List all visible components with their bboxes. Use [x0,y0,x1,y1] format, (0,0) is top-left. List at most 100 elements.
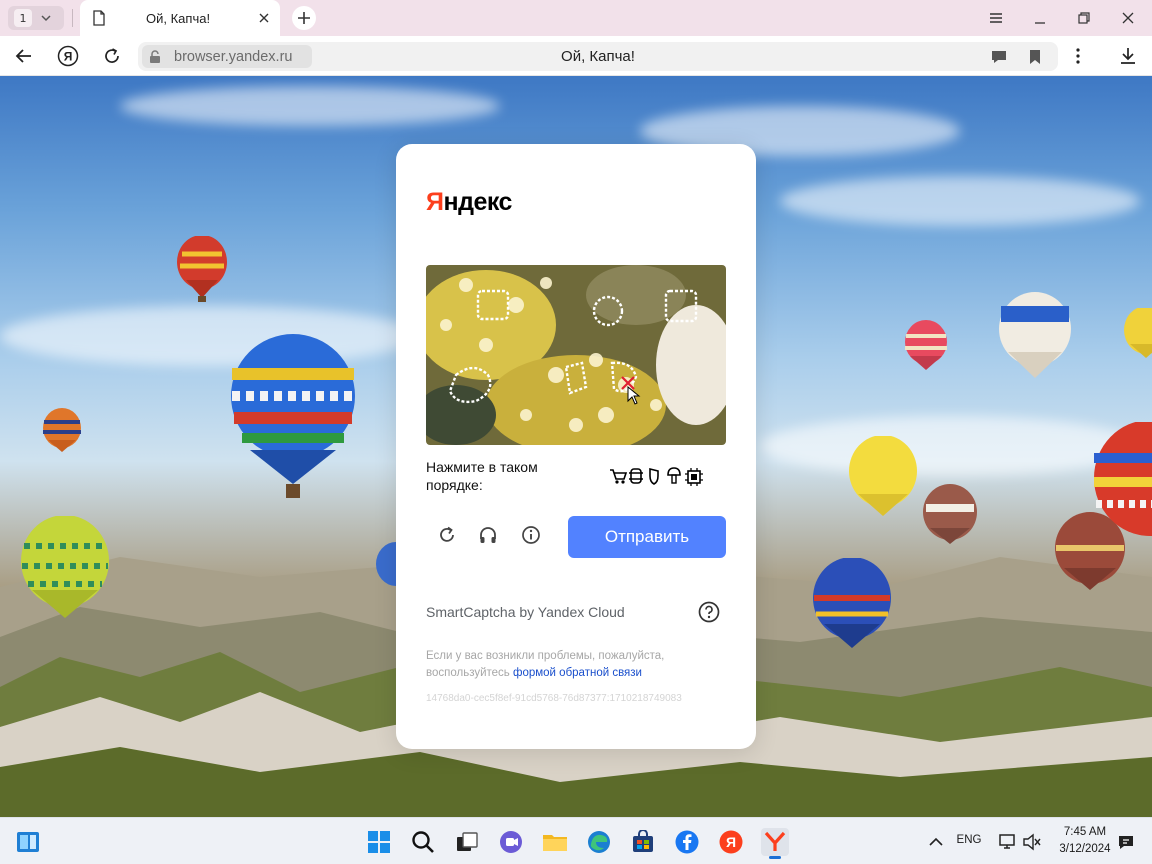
tab-divider [72,9,73,27]
download-icon [1121,48,1135,64]
tab-active[interactable]: Ой, Капча! [80,0,280,36]
headphones-icon [480,527,496,543]
menu-button[interactable] [986,8,1006,28]
svg-text:Я: Я [726,834,736,850]
reload-button[interactable] [100,44,124,68]
url-domain: browser.yandex.ru [174,48,293,65]
input-language[interactable]: ENG [950,834,988,846]
new-tab-button[interactable] [292,6,316,30]
yandex-red-icon: Я [719,830,743,854]
feedback-text: Если у вас возникли проблемы, пожалуйста… [426,648,726,682]
tab-bar: 1 Ой, Капча! [0,0,1152,36]
active-indicator [769,856,781,859]
address-bar[interactable]: Ой, Капча! browser.yandex.ru [138,42,1058,71]
downloads-button[interactable] [1116,44,1140,68]
info-button[interactable] [518,522,544,548]
submit-button[interactable]: Отправить [568,516,726,558]
restore-button[interactable] [1074,8,1094,28]
close-tab-icon[interactable] [256,10,272,26]
balloon-image [231,334,355,498]
windows-icon [368,831,390,853]
svg-text:Я: Я [64,50,73,64]
facebook-button[interactable] [673,828,701,856]
cart-icon [610,469,628,484]
yandex-button[interactable]: Я [56,44,80,68]
clock-date[interactable]: 3/12/2024 [1052,843,1118,855]
tab-title: Ой, Капча! [146,10,211,26]
widgets-icon [17,832,39,852]
show-hidden-icons-button[interactable] [922,828,950,856]
balloon-image [21,516,109,618]
audio-captcha-button[interactable] [475,522,501,548]
captcha-card: Яндекс Нажмите в таком порядке: Отправит… [396,144,756,749]
start-button[interactable] [365,828,393,856]
more-button[interactable] [1066,44,1090,68]
feedback-link[interactable]: формой обратной связи [513,667,642,679]
speaker-muted-icon [1023,833,1041,851]
shield-icon [649,467,659,485]
tab-counter-button[interactable]: 1 [8,6,64,30]
arrow-left-icon [15,49,31,63]
back-button[interactable] [12,44,36,68]
captcha-instruction: Нажмите в таком порядке: [426,459,538,493]
bug-icon [629,468,643,484]
balloon-image [999,292,1071,378]
site-info-button[interactable]: browser.yandex.ru [142,45,312,68]
minimize-button[interactable] [1030,8,1050,28]
edge-button[interactable] [585,828,613,856]
tab-count: 1 [14,9,32,27]
yandex-app-button[interactable]: Я [717,828,745,856]
clock-time[interactable]: 7:45 AM [1052,826,1118,838]
balloon-image [177,236,227,302]
store-button[interactable] [629,828,657,856]
question-icon[interactable] [698,601,720,623]
chat-icon [500,831,522,853]
balloon-image [1094,422,1152,536]
more-vertical-icon [1076,48,1080,64]
notification-icon [1119,836,1133,849]
yandex-logo-icon: Я [57,45,79,67]
captcha-puzzle-image [426,265,726,445]
search-button[interactable] [409,828,437,856]
file-explorer-button[interactable] [541,828,569,856]
lock-icon [150,49,160,63]
restore-icon [1078,12,1090,24]
yandex-logo: Яндекс [426,188,512,217]
notifications-button[interactable] [1112,828,1140,856]
cloud [120,86,500,126]
widgets-button[interactable] [14,828,42,856]
edge-icon [588,831,610,853]
comment-icon[interactable] [990,48,1008,66]
refresh-captcha-button[interactable] [434,522,460,548]
balloon-image [813,558,891,648]
smartcaptcha-brand: SmartCaptcha by Yandex Cloud [426,604,625,620]
balloon-image [923,484,977,544]
bookmark-icon[interactable] [1026,48,1044,66]
taskbar: Я ENG 7:45 AM 3/12/2024 [0,817,1152,864]
teams-button[interactable] [497,828,525,856]
mushroom-icon [667,467,681,484]
info-icon [522,526,540,544]
yandex-browser-icon [764,831,786,851]
task-view-button[interactable] [453,828,481,856]
search-icon [412,831,434,853]
yandex-logo-first-letter: Я [426,188,444,216]
yandex-logo-rest: ндекс [443,188,512,216]
close-window-button[interactable] [1118,8,1138,28]
cloud [0,306,420,366]
balloon-image [376,542,398,586]
document-icon [93,10,105,26]
task-view-icon [457,832,478,851]
balloon-image [1124,308,1152,358]
captcha-order-icons [610,467,703,486]
balloon-image [905,320,947,370]
captcha-image[interactable] [426,265,726,445]
chevron-down-icon [41,15,51,22]
store-icon [633,830,653,852]
volume-button[interactable] [1018,828,1046,856]
cloud [780,176,1140,226]
yandex-browser-button[interactable] [761,828,789,859]
balloon-image [849,436,917,516]
facebook-icon [675,830,699,854]
refresh-icon [440,526,454,542]
